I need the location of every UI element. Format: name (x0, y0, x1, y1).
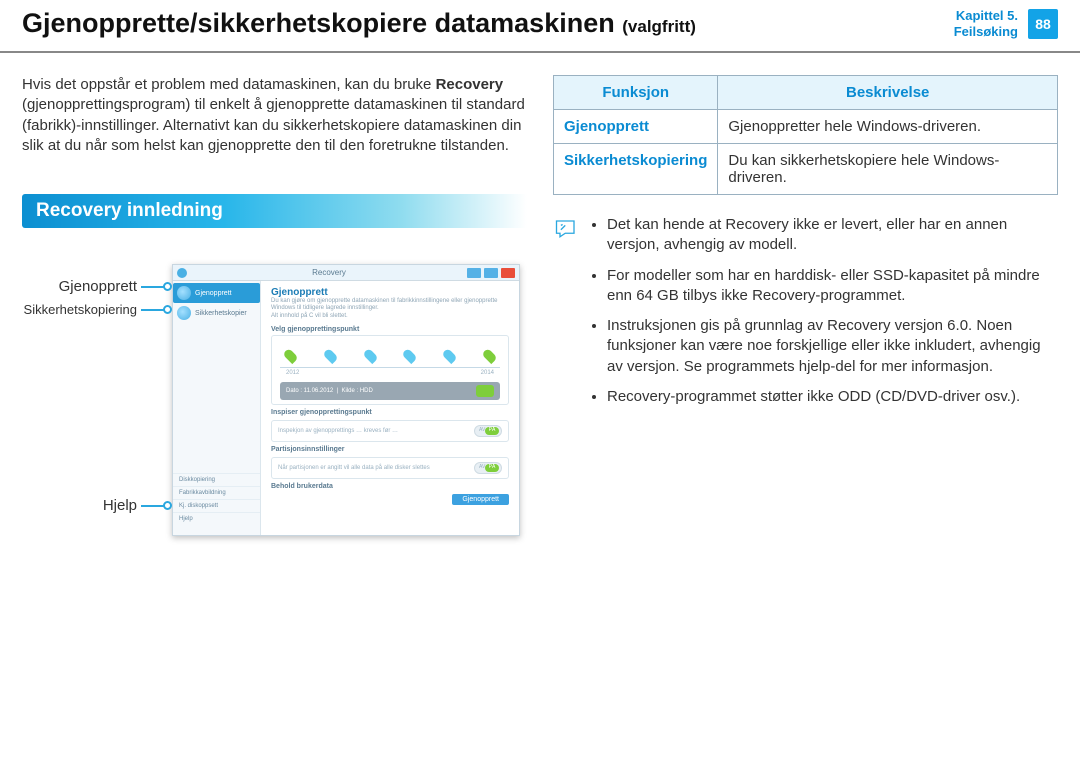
recovery-app-icon (177, 268, 187, 278)
intro-paragraph: Hvis det oppstår et problem med datamask… (22, 75, 527, 156)
section-inspect: Inspiser gjenopprettingspunkt (271, 409, 509, 416)
th-beskrivelse: Beskrivelse (718, 76, 1058, 110)
page-title: Gjenopprette/sikkerhetskopiere datamaski… (22, 8, 954, 39)
maximize-button[interactable] (484, 268, 498, 278)
timeline-track[interactable] (280, 346, 500, 368)
callout-sikkerhetskopiering: Sikkerhetskopiering (24, 302, 172, 317)
note-block: Det kan hende at Recovery ikke er levert… (553, 215, 1058, 417)
sidebar-item-gjenopprett[interactable]: Gjenopprett (173, 283, 260, 303)
table-row: Sikkerhetskopiering Du kan sikkerhetskop… (554, 144, 1058, 195)
app-sidebar: Gjenopprett Sikkerhetskopier Diskkopieri… (173, 281, 261, 535)
callout-gjenopprett: Gjenopprett (59, 278, 172, 295)
title-main: Gjenopprette/sikkerhetskopiere datamaski… (22, 8, 615, 38)
inspect-row: Inspekjon av gjenopprettings … kreves fø… (271, 420, 509, 442)
recover-button[interactable]: Gjenopprett (452, 494, 509, 505)
title-suffix: (valgfritt) (622, 17, 696, 36)
sidebar-item-fabrikkavbildning[interactable]: Fabrikkavbildning (173, 486, 260, 499)
th-funksjon: Funksjon (554, 76, 718, 110)
page-number: 88 (1028, 9, 1058, 39)
recovery-diagram: Gjenopprett Sikkerhetskopiering Hjelp Re… (22, 264, 527, 536)
toggle-partition[interactable]: AV PÅ (474, 462, 502, 474)
backup-icon (177, 306, 191, 320)
note-list: Det kan hende at Recovery ikke er levert… (589, 215, 1058, 417)
partition-row: Når partisjonen er angitt vil alle data … (271, 457, 509, 479)
note-item: Instruksjonen gis på grunnlag av Recover… (607, 316, 1058, 377)
sidebar-item-hjelp[interactable]: Hjelp (173, 512, 260, 525)
toggle-inspect[interactable]: AV PÅ (474, 425, 502, 437)
chapter-line1: Kapittel 5. (954, 8, 1018, 24)
timeline-pin-icon[interactable] (362, 348, 378, 364)
sidebar-item-diskoppsett[interactable]: Kj. diskoppsett (173, 499, 260, 512)
callouts: Gjenopprett Sikkerhetskopiering Hjelp (22, 264, 172, 534)
function-table: Funksjon Beskrivelse Gjenopprett Gjenopp… (553, 75, 1058, 195)
chapter-line2: Feilsøking (954, 24, 1018, 40)
main-heading: Gjenopprett (271, 287, 509, 298)
table-row: Gjenopprett Gjenoppretter hele Windows-d… (554, 110, 1058, 144)
cell-desc: Gjenoppretter hele Windows-driveren. (718, 110, 1058, 144)
minimize-button[interactable] (467, 268, 481, 278)
chapter-label: Kapittel 5. Feilsøking (954, 8, 1018, 39)
app-main: Gjenopprett Du kan gjøre om gjenopprette… (261, 281, 519, 535)
note-icon (553, 217, 581, 243)
section-partition: Partisjonsinnstillinger (271, 446, 509, 453)
timeline-pin-icon[interactable] (442, 348, 458, 364)
cell-desc: Du kan sikkerhetskopiere hele Windows-dr… (718, 144, 1058, 195)
callout-hjelp: Hjelp (103, 497, 172, 514)
section-select-point: Velg gjenopprettingspunkt (271, 326, 509, 333)
timeline-info: Dato : 11.06.2012 | Kilde : HDD (280, 382, 500, 400)
section-heading-recovery: Recovery innledning (22, 194, 527, 228)
note-item: Det kan hende at Recovery ikke er levert… (607, 215, 1058, 256)
sidebar-item-diskkopiering[interactable]: Diskkopiering (173, 473, 260, 486)
cell-func: Gjenopprett (554, 110, 718, 144)
section-keepdata: Behold brukerdata (271, 483, 509, 490)
sidebar-bottom: Diskkopiering Fabrikkavbildning Kj. disk… (173, 473, 260, 525)
main-subtext: Du kan gjøre om gjenopprette datamaskine… (271, 298, 509, 320)
close-button[interactable] (501, 268, 515, 278)
recovery-app-screenshot: Recovery Gjenopprett (172, 264, 520, 536)
note-item: For modeller som har en harddisk- eller … (607, 266, 1058, 307)
restore-icon (177, 286, 191, 300)
sidebar-item-sikkerhetskopier[interactable]: Sikkerhetskopier (173, 303, 260, 323)
timeline-pin-icon[interactable] (481, 348, 497, 364)
cell-func: Sikkerhetskopiering (554, 144, 718, 195)
page-header: Gjenopprette/sikkerhetskopiere datamaski… (0, 0, 1080, 53)
timeline-pin-icon[interactable] (282, 348, 298, 364)
window-title: Recovery (191, 268, 467, 277)
timeline-panel: 2012 2014 Dato : 11.06.2012 | Kilde : HD… (271, 335, 509, 405)
play-button[interactable] (476, 385, 494, 397)
timeline-pin-icon[interactable] (322, 348, 338, 364)
window-titlebar: Recovery (173, 265, 519, 281)
header-right: Kapittel 5. Feilsøking 88 (954, 8, 1058, 39)
window-buttons (467, 268, 515, 278)
note-item: Recovery-programmet støtter ikke ODD (CD… (607, 387, 1058, 407)
timeline-pin-icon[interactable] (402, 348, 418, 364)
